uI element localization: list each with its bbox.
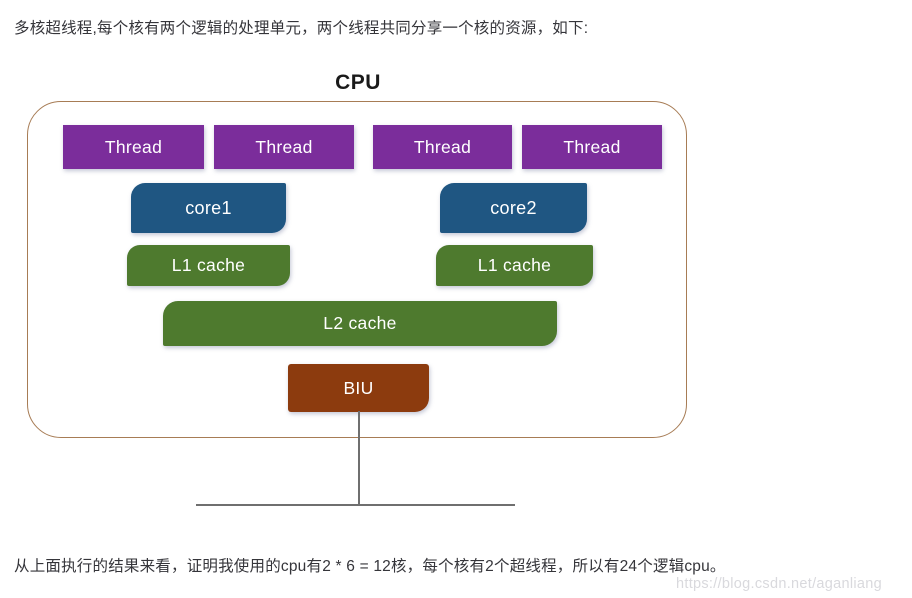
core-block-2: core2 bbox=[440, 183, 587, 233]
bus-horizontal-line bbox=[196, 504, 515, 506]
biu-block: BIU bbox=[288, 364, 429, 412]
thread-label: Thread bbox=[104, 136, 163, 157]
watermark-text: https://blog.csdn.net/aganliang bbox=[676, 576, 882, 592]
thread-label: Thread bbox=[413, 136, 472, 157]
l1-cache-block-2: L1 cache bbox=[436, 245, 593, 286]
l2-cache-label: L2 cache bbox=[323, 313, 397, 333]
core-label: core1 bbox=[185, 197, 232, 218]
core-block-1: core1 bbox=[131, 183, 286, 233]
bus-vertical-line bbox=[358, 411, 360, 505]
conclusion-paragraph: 从上面执行的结果来看，证明我使用的cpu有2 * 6 = 12核，每个核有2个超… bbox=[14, 558, 726, 575]
intro-paragraph: 多核超线程,每个核有两个逻辑的处理单元，两个线程共同分享一个核的资源，如下: bbox=[14, 20, 589, 37]
biu-label: BIU bbox=[343, 377, 374, 398]
thread-block-3: Thread bbox=[373, 125, 512, 169]
l1-cache-block-1: L1 cache bbox=[127, 245, 290, 286]
l1-cache-label: L1 cache bbox=[171, 255, 246, 275]
thread-label: Thread bbox=[255, 136, 313, 157]
thread-block-1: Thread bbox=[63, 125, 204, 169]
l2-cache-block: L2 cache bbox=[163, 301, 557, 346]
thread-label: Thread bbox=[563, 136, 621, 157]
cpu-title: CPU bbox=[335, 71, 381, 94]
l1-cache-label: L1 cache bbox=[477, 255, 552, 275]
thread-block-4: Thread bbox=[522, 125, 662, 169]
cpu-architecture-diagram: CPU Thread Thread Thread Thread core1 co… bbox=[0, 60, 912, 530]
thread-block-2: Thread bbox=[214, 125, 354, 169]
core-label: core2 bbox=[490, 197, 537, 218]
